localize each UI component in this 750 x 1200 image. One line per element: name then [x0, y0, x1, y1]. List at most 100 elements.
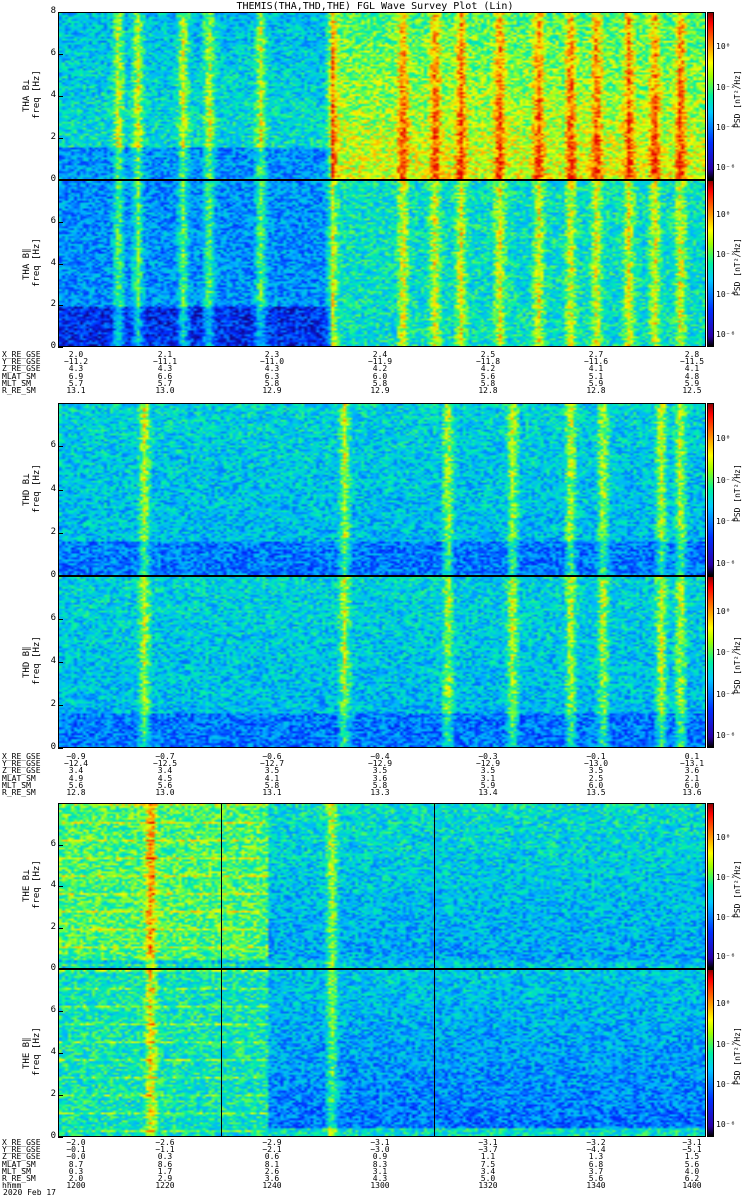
y-tick-mark	[58, 619, 63, 620]
y-tick-label: 2	[50, 132, 56, 142]
y-tick-label: 6	[50, 838, 56, 849]
y-tick-label: 0	[50, 341, 56, 351]
y-tick-mark	[58, 138, 63, 139]
y-tick-label: 0	[50, 570, 56, 580]
y-tick-mark	[58, 12, 63, 13]
vertical-marker	[220, 804, 222, 968]
y-tick-mark	[58, 221, 63, 223]
spectrogram-tha-bl	[58, 12, 706, 180]
colorbar-tick-label: 10⁻⁶	[716, 1120, 736, 1130]
colorbar-tick-label: 10⁰	[716, 42, 731, 52]
ephemeris-value: 1400	[682, 1181, 702, 1191]
spectrogram-thd-bp	[58, 576, 706, 748]
ephemeris-value: 13.4	[478, 788, 498, 797]
colorbar-tick-label: 10⁰	[716, 210, 731, 220]
date-label: 2020 Feb 17	[3, 1188, 56, 1197]
y-tick-label: 2	[50, 526, 56, 537]
colorbar-tick-label: 10⁻⁶	[716, 558, 736, 568]
freq-unit: freq [Hz]	[32, 70, 42, 119]
y-axis-label: THE B⊥ freq [Hz]	[22, 846, 42, 926]
colorbar-title: PSD [nT²/Hz]	[733, 237, 742, 296]
y-tick-mark	[58, 96, 63, 97]
ephemeris-row-label: R_RE_SM	[2, 788, 36, 797]
y-tick-label: 0	[50, 174, 56, 184]
y-tick-label: 0	[50, 742, 56, 752]
y-tick-mark	[58, 532, 63, 534]
y-tick-label: 6	[50, 48, 56, 58]
spectrogram-image-the-bl	[59, 804, 705, 968]
y-tick-mark	[58, 446, 63, 448]
y-tick-label: 0	[50, 963, 56, 973]
freq-unit: freq [Hz]	[32, 860, 42, 909]
colorbar-tick-label: 10⁰	[716, 999, 731, 1009]
freq-unit: freq [Hz]	[32, 237, 42, 287]
plot-title: THEMIS(THA,THD,THE) FGL Wave Survey Plot…	[236, 1, 514, 12]
freq-unit: freq [Hz]	[32, 1027, 42, 1076]
ephemeris-value: 1240	[262, 1181, 282, 1191]
y-tick-mark	[58, 489, 63, 491]
y-tick-mark	[58, 927, 63, 929]
ephemeris-value: 12.8	[586, 386, 606, 395]
colorbar	[707, 803, 714, 969]
ephemeris-value: 12.5	[682, 386, 702, 395]
ephemeris-table: X_RE_GSE Y_RE_GSE Z_RE_GSE MLAT_SM MLT_SM R_R…	[0, 753, 750, 799]
y-tick-mark	[58, 305, 63, 307]
y-tick-label: 4	[50, 257, 56, 268]
y-axis-label: THD B∥ freq [Hz]	[22, 622, 42, 702]
ephemeris-value: 1200	[66, 1181, 86, 1191]
colorbar-title: PSD [nT²/Hz]	[733, 70, 742, 128]
colorbar-tick-label: 10⁻⁶	[716, 330, 736, 340]
y-tick-label: 6	[50, 1005, 56, 1015]
ephemeris-value: 13.6	[682, 788, 702, 797]
y-axis-label: THD B⊥ freq [Hz]	[22, 450, 42, 530]
colorbar-title: PSD [nT²/Hz]	[733, 1027, 742, 1085]
y-tick-mark	[58, 886, 63, 887]
spectrogram-tha-bp	[58, 180, 706, 347]
panel-name: THE B∥	[22, 1037, 32, 1069]
y-tick-label: 6	[50, 440, 56, 451]
y-tick-mark	[58, 347, 63, 348]
freq-unit: freq [Hz]	[32, 463, 42, 513]
y-tick-label: 2	[50, 1089, 56, 1099]
y-tick-label: 2	[50, 299, 56, 310]
ephemeris-value: 12.9	[370, 386, 390, 395]
colorbar	[707, 180, 714, 347]
y-tick-label: 6	[50, 613, 56, 623]
colorbar-tick-label: 10⁻⁶	[716, 730, 736, 740]
y-tick-mark	[58, 54, 63, 55]
ephemeris-value: 1220	[155, 1181, 175, 1191]
colorbar-tick-label: 10⁰	[716, 434, 731, 444]
spectrogram-image-thd-bl	[59, 404, 705, 575]
vertical-marker	[433, 970, 435, 1136]
y-tick-label: 2	[50, 699, 56, 709]
y-tick-mark	[58, 263, 63, 265]
spectrogram-image-thd-bp	[59, 577, 705, 747]
y-axis-label: THA B∥ freq [Hz]	[22, 224, 42, 304]
ephemeris-table: X_RE_GSE Y_RE_GSE Z_RE_GSE MLAT_SM MLT_SM R_R…	[0, 1139, 750, 1192]
ephemeris-value: 13.3	[370, 788, 390, 797]
ephemeris-value: 1300	[370, 1181, 390, 1191]
panel-name: THD B∥	[22, 646, 32, 678]
colorbar-title: PSD [nT²/Hz]	[733, 463, 742, 522]
colorbar	[707, 576, 714, 748]
vertical-marker	[220, 970, 222, 1136]
ephemeris-value: 12.9	[262, 386, 282, 395]
ephemeris-value: 12.8	[66, 788, 86, 797]
spectrogram-image-the-bp	[59, 970, 705, 1136]
ephemeris-row-label: R_RE_SM	[2, 386, 36, 395]
y-tick-label: 4	[50, 483, 56, 494]
spectrogram-the-bp	[58, 969, 706, 1137]
ephemeris-value: 13.1	[66, 386, 86, 395]
colorbar-tick-label: 10⁻⁶	[716, 952, 736, 962]
y-tick-label: 6	[50, 215, 56, 226]
y-tick-mark	[58, 844, 63, 846]
colorbar	[707, 403, 714, 576]
y-tick-label: 4	[50, 880, 56, 890]
ephemeris-value: 12.8	[478, 386, 498, 395]
y-axis-label: THE B∥ freq [Hz]	[22, 1013, 42, 1093]
ephemeris-value: 13.0	[155, 386, 175, 395]
panel-name: THD B⊥	[22, 473, 32, 506]
colorbar	[707, 12, 714, 180]
ephemeris-value: 1320	[478, 1181, 498, 1191]
panel-name: THE B⊥	[22, 869, 32, 903]
